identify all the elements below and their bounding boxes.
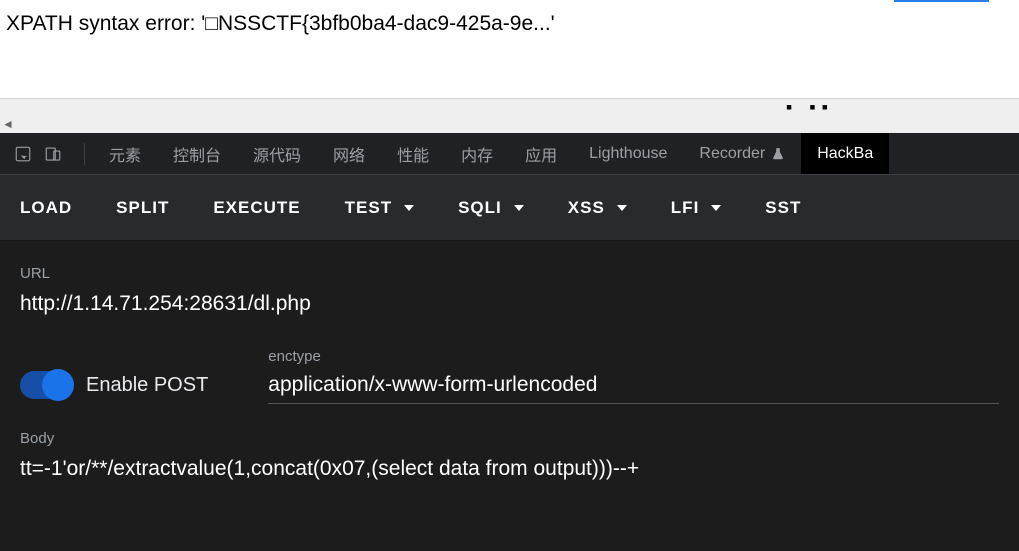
post-row: Enable POST enctype bbox=[20, 348, 999, 404]
chevron-down-icon bbox=[711, 205, 721, 211]
divider bbox=[84, 143, 85, 165]
devtools-tab-bar: 元素 控制台 源代码 网络 性能 内存 应用 Lighthouse Record… bbox=[0, 133, 1019, 175]
lfi-dropdown[interactable]: LFI bbox=[671, 198, 722, 218]
sst-dropdown[interactable]: SST bbox=[765, 198, 801, 218]
xpath-error-text: XPATH syntax error: '□NSSCTF{3bfb0ba4-da… bbox=[6, 12, 1013, 36]
load-button[interactable]: LOAD bbox=[20, 198, 72, 218]
tab-application[interactable]: 应用 bbox=[509, 133, 573, 174]
enable-post-label: Enable POST bbox=[86, 374, 208, 397]
enctype-label: enctype bbox=[268, 348, 999, 365]
tab-elements[interactable]: 元素 bbox=[93, 133, 157, 174]
split-button[interactable]: SPLIT bbox=[116, 198, 169, 218]
execute-button[interactable]: EXECUTE bbox=[213, 198, 300, 218]
devtools-panel: 元素 控制台 源代码 网络 性能 内存 应用 Lighthouse Record… bbox=[0, 133, 1019, 551]
enctype-field-group: enctype bbox=[268, 348, 999, 404]
scroll-left-icon[interactable]: ◄ bbox=[2, 117, 14, 131]
chevron-down-icon bbox=[404, 205, 414, 211]
test-dropdown[interactable]: TEST bbox=[345, 198, 414, 218]
enctype-input[interactable] bbox=[268, 369, 999, 404]
inspect-element-icon[interactable] bbox=[14, 145, 32, 163]
sqli-dropdown[interactable]: SQLI bbox=[458, 198, 524, 218]
toggle-device-icon[interactable] bbox=[44, 145, 62, 163]
enable-post-toggle[interactable]: Enable POST bbox=[20, 353, 208, 399]
tab-sources[interactable]: 源代码 bbox=[237, 133, 317, 174]
body-field-group: Body bbox=[20, 430, 999, 487]
tab-hackbar[interactable]: HackBa bbox=[801, 133, 889, 174]
chevron-down-icon bbox=[617, 205, 627, 211]
page-content-area: XPATH syntax error: '□NSSCTF{3bfb0ba4-da… bbox=[0, 0, 1019, 98]
toggle-switch-on[interactable] bbox=[20, 371, 72, 399]
tab-lighthouse[interactable]: Lighthouse bbox=[573, 133, 683, 174]
scroll-marks: ▪ ▪▪ bbox=[786, 97, 834, 118]
xss-dropdown[interactable]: XSS bbox=[568, 198, 627, 218]
toggle-knob bbox=[42, 369, 74, 401]
top-accent-line bbox=[894, 0, 989, 2]
body-label: Body bbox=[20, 430, 999, 447]
tab-console[interactable]: 控制台 bbox=[157, 133, 237, 174]
url-label: URL bbox=[20, 265, 999, 282]
tab-performance[interactable]: 性能 bbox=[381, 133, 445, 174]
hackbar-action-bar: LOAD SPLIT EXECUTE TEST SQLI XSS LFI SST bbox=[0, 175, 1019, 241]
tab-network[interactable]: 网络 bbox=[317, 133, 381, 174]
tab-recorder[interactable]: Recorder bbox=[683, 133, 801, 174]
url-input[interactable] bbox=[20, 288, 999, 322]
horizontal-scroll-track[interactable]: ◄ ▪ ▪▪ bbox=[0, 98, 1019, 133]
flask-icon bbox=[771, 147, 785, 161]
chevron-down-icon bbox=[514, 205, 524, 211]
url-field-group: URL bbox=[20, 265, 999, 322]
hackbar-body: URL Enable POST enctype Body bbox=[0, 241, 1019, 551]
body-input[interactable] bbox=[20, 453, 999, 487]
tab-memory[interactable]: 内存 bbox=[445, 133, 509, 174]
